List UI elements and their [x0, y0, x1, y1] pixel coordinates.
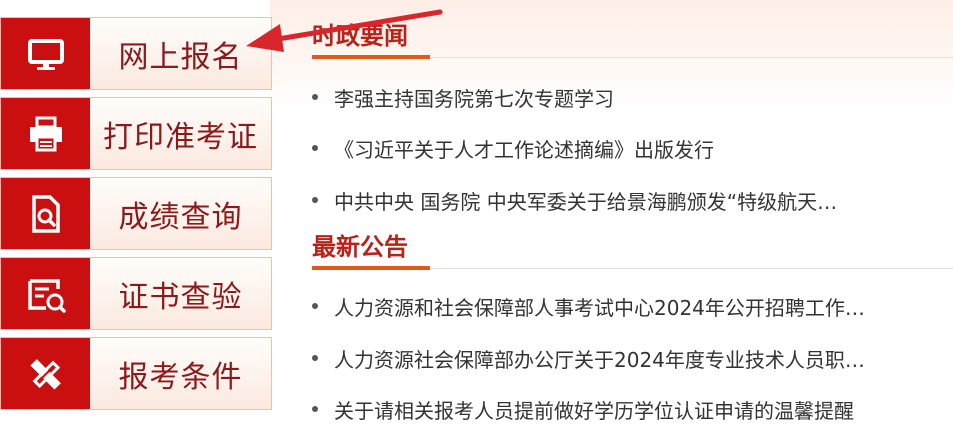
search-document-icon	[1, 178, 90, 249]
printer-icon	[1, 98, 90, 169]
bullet-icon	[312, 303, 318, 309]
menu-label: 证书查验	[118, 279, 243, 315]
menu-item-score-inquiry[interactable]: 成绩查询	[0, 177, 272, 250]
menu-item-print-admission-ticket[interactable]: 打印准考证	[0, 97, 272, 170]
ruler-pencil-icon	[1, 338, 90, 409]
news-title-underline	[312, 55, 430, 59]
menu-label: 报考条件	[118, 359, 243, 395]
list-item[interactable]: 《习近平关于人才工作论述摘编》出版发行	[312, 133, 952, 163]
menu-item-online-registration[interactable]: 网上报名	[0, 17, 272, 90]
bullet-icon	[312, 406, 318, 412]
list-item[interactable]: 李强主持国务院第七次专题学习	[312, 82, 952, 112]
menu-label: 网上报名	[118, 39, 243, 75]
bullet-icon	[312, 197, 318, 203]
menu-label: 打印准考证	[103, 119, 258, 155]
list-item[interactable]: 关于请相关报考人员提前做好学历学位认证申请的温馨提醒	[312, 394, 952, 424]
bullet-icon	[312, 355, 318, 361]
list-item[interactable]: 人力资源社会保障部办公厅关于2024年度专业技术人员职…	[312, 343, 952, 373]
notices-section-divider	[430, 268, 953, 269]
news-section-title[interactable]: 时政要闻	[312, 16, 408, 51]
menu-label: 成绩查询	[118, 199, 243, 235]
menu-item-certificate-verification[interactable]: 证书查验	[0, 257, 272, 330]
bullet-icon	[312, 145, 318, 151]
notices-section-title[interactable]: 最新公告	[312, 227, 408, 262]
list-item[interactable]: 人力资源和社会保障部人事考试中心2024年公开招聘工作…	[312, 291, 952, 321]
notices-title-underline	[312, 266, 430, 270]
list-item[interactable]: 中共中央 国务院 中央军委关于给景海鹏颁发“特级航天…	[312, 185, 952, 215]
menu-item-exam-requirements[interactable]: 报考条件	[0, 337, 272, 410]
monitor-icon	[1, 18, 90, 89]
bullet-icon	[312, 94, 318, 100]
news-section-divider	[430, 57, 953, 58]
certificate-search-icon	[1, 258, 90, 329]
